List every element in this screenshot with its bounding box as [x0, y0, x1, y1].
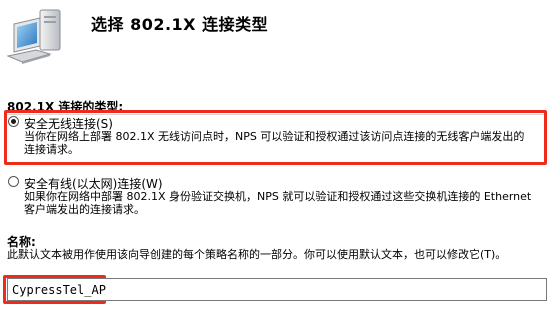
server-computer-icon — [6, 9, 61, 64]
wizard-header: 选择 802.1X 连接类型 — [0, 0, 551, 93]
wizard-body: 802.1X 连接的类型: 安全无线连接(S) 当你在网络上部署 802.1X … — [0, 93, 551, 319]
wired-connection-description: 如果你在网络中部署 802.1X 身份验证交换机，NPS 就可以验证和授权通过这… — [24, 190, 532, 216]
wireless-connection-radio[interactable] — [8, 116, 19, 127]
wizard-title: 选择 802.1X 连接类型 — [91, 15, 269, 34]
name-description: 此默认文本被用作使用该向导创建的每个策略名称的一部分。你可以使用默认文本，也可以… — [7, 248, 507, 261]
wired-connection-radio[interactable] — [8, 176, 19, 187]
wireless-connection-description: 当你在网络上部署 802.1X 无线访问点时，NPS 可以验证和授权通过该访问点… — [24, 130, 525, 156]
policy-name-input[interactable] — [7, 278, 547, 301]
